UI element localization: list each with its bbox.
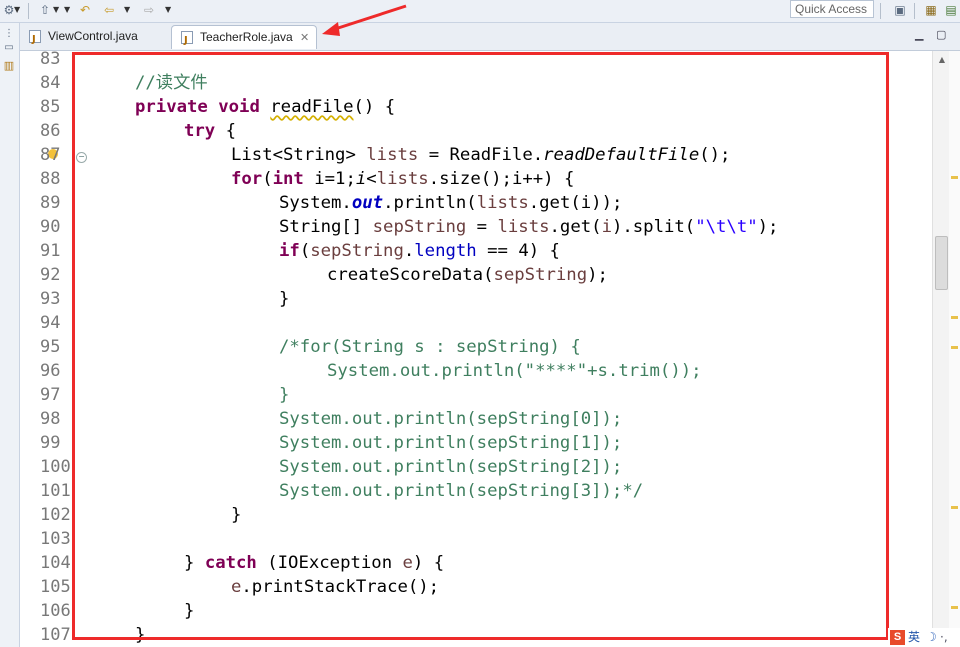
line-number: 86 — [40, 121, 61, 141]
code-editor[interactable]: − 83 84 85 86 87 88 89 90 91 92 93 94 95 96 97 98 99 100 1… — [20, 51, 932, 647]
code-line: //读文件 — [135, 73, 208, 93]
toolbar-separator — [880, 3, 881, 19]
moon-icon[interactable]: ☽ — [926, 628, 937, 647]
java-perspective-icon[interactable]: ▤ — [944, 3, 958, 17]
maximize-icon[interactable]: ▢ — [936, 28, 946, 41]
line-number: 90 — [40, 217, 61, 237]
code-line: System.out.println(sepString[1]); — [279, 433, 623, 453]
code-line: List<String> lists = ReadFile.readDefaul… — [231, 145, 731, 165]
code-line: System.out.println(sepString[2]); — [279, 457, 623, 477]
line-number: 94 — [40, 313, 61, 333]
minimize-icon[interactable]: ▁ — [915, 28, 923, 41]
tab-label: ViewControl.java — [48, 29, 138, 43]
tab-teacherrole[interactable]: TeacherRole.java ✕ — [171, 25, 317, 52]
line-number: 91 — [40, 241, 61, 261]
line-number: 100 — [40, 457, 71, 477]
line-number: 88 — [40, 169, 61, 189]
upload-icon[interactable]: ⇧ — [38, 3, 52, 17]
code-line: } — [135, 625, 146, 645]
code-line: } — [279, 289, 290, 309]
line-number: 106 — [40, 601, 71, 621]
code-line: for(int i=1;i<lists.size();i++) { — [231, 169, 575, 189]
line-number: 104 — [40, 553, 71, 573]
code-line: private void readFile() { — [135, 97, 396, 117]
line-number: 83 — [40, 51, 61, 69]
line-number: 107 — [40, 625, 71, 645]
line-number: 96 — [40, 361, 61, 381]
code-line: /*for(String s : sepString) { — [279, 337, 581, 357]
back-to-edit-icon[interactable]: ↶ — [78, 3, 92, 17]
restore-icon[interactable]: ▭ — [2, 41, 16, 55]
chevron-down-icon[interactable]: ▼ — [64, 4, 72, 16]
annotation-arrow — [322, 4, 407, 36]
chevron-down-icon[interactable]: ▼ — [124, 4, 132, 16]
scrollbar-thumb[interactable] — [935, 236, 948, 290]
line-number: 105 — [40, 577, 71, 597]
forward-icon[interactable]: ⇨ — [142, 3, 156, 17]
line-number: 98 — [40, 409, 61, 429]
code-line: } — [231, 505, 242, 525]
ime-tray: S 英 ☽ ·, — [888, 628, 960, 647]
warning-marker[interactable] — [951, 606, 958, 609]
tab-viewcontrol[interactable]: ViewControl.java — [20, 25, 170, 51]
java-ee-perspective-icon[interactable]: ▦ — [924, 3, 938, 17]
code-line: System.out.println(lists.get(i)); — [279, 193, 623, 213]
open-perspective-icon[interactable]: ▣ — [893, 3, 907, 17]
chevron-down-icon[interactable]: ▼ — [53, 4, 61, 16]
code-line: System.out.println("****"+s.trim()); — [327, 361, 702, 381]
overview-ruler[interactable] — [949, 51, 960, 631]
tab-label: TeacherRole.java — [200, 30, 293, 44]
editor-tab-bar: ViewControl.java TeacherRole.java ✕ ▁ ▢ — [20, 23, 960, 52]
quick-access-input[interactable]: Quick Access — [790, 0, 874, 18]
java-file-icon — [29, 28, 41, 51]
code-line: createScoreData(sepString); — [327, 265, 608, 285]
line-number: 102 — [40, 505, 71, 525]
warning-marker[interactable] — [951, 346, 958, 349]
ime-language-label[interactable]: 英 — [908, 628, 920, 647]
code-line: System.out.println(sepString[3]);*/ — [279, 481, 644, 501]
line-number: 84 — [40, 73, 61, 93]
line-number: 95 — [40, 337, 61, 357]
line-number: 89 — [40, 193, 61, 213]
line-number: 85 — [40, 97, 61, 117]
line-number: 93 — [40, 289, 61, 309]
chevron-down-icon[interactable]: ▼ — [165, 4, 173, 16]
warning-marker[interactable] — [951, 316, 958, 319]
code-line: System.out.println(sepString[0]); — [279, 409, 623, 429]
vertical-scrollbar[interactable]: ▲ — [932, 51, 949, 647]
code-line: } catch (IOException e) { — [184, 553, 445, 573]
code-line: if(sepString.length == 4) { — [279, 241, 560, 261]
menu-dots-icon[interactable]: ⋮ — [2, 27, 16, 41]
code-line: try { — [184, 121, 237, 141]
toolbar-separator — [914, 3, 915, 19]
warning-marker[interactable] — [951, 506, 958, 509]
punctuation-icon[interactable]: ·, — [940, 628, 948, 647]
line-number: 92 — [40, 265, 61, 285]
scroll-up-icon[interactable]: ▲ — [935, 53, 949, 67]
line-number: 87 — [40, 145, 61, 165]
warning-marker[interactable] — [951, 176, 958, 179]
toolbar-separator — [28, 3, 29, 19]
code-line: } — [279, 385, 290, 405]
sogou-ime-icon[interactable]: S — [890, 630, 905, 645]
back-icon[interactable]: ⇦ — [102, 3, 116, 17]
fold-toggle-icon[interactable]: − — [76, 152, 87, 163]
java-file-icon — [181, 29, 193, 52]
package-explorer-icon[interactable]: ▥ — [2, 59, 16, 73]
chevron-down-icon[interactable]: ▼ — [14, 4, 22, 16]
minimized-views-bar: ⋮ ▭ ▥ — [0, 23, 20, 647]
main-toolbar: ⚙ ▼ ⇧ ▼ ▼ ↶ ⇦ ▼ ⇨ ▼ Quick Access ▣ ▦ ▤ — [0, 0, 960, 23]
code-line: e.printStackTrace(); — [231, 577, 440, 597]
line-number: 97 — [40, 385, 61, 405]
code-line: String[] sepString = lists.get(i).split(… — [279, 217, 779, 237]
line-number: 99 — [40, 433, 61, 453]
code-line: } — [184, 601, 195, 621]
line-number: 101 — [40, 481, 71, 501]
close-icon[interactable]: ✕ — [300, 32, 311, 43]
line-number: 103 — [40, 529, 71, 549]
